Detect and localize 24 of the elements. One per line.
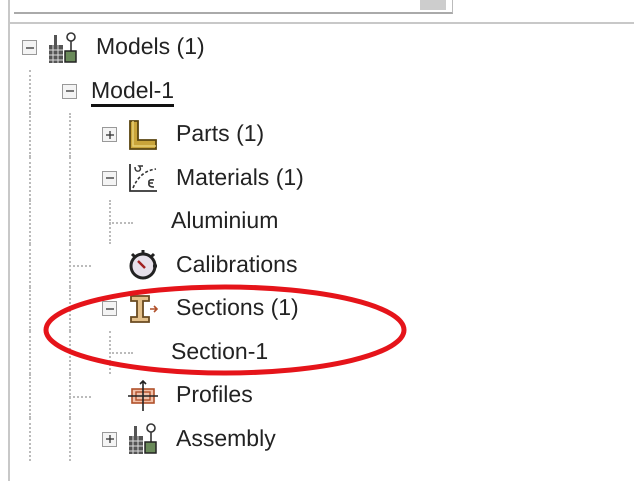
tree-item[interactable]: Sections (1) bbox=[176, 293, 299, 324]
tree-item[interactable]: Section-1 bbox=[171, 336, 268, 368]
expand-toggle[interactable] bbox=[22, 40, 37, 56]
scrollbar-thumb[interactable] bbox=[420, 0, 446, 10]
profile-icon bbox=[126, 378, 160, 413]
plus-icon bbox=[104, 130, 114, 140]
expand-toggle[interactable] bbox=[62, 84, 77, 99]
tree-item[interactable]: Profiles bbox=[176, 380, 253, 412]
structure-icon bbox=[46, 30, 80, 65]
tree-item[interactable]: Materials (1) bbox=[176, 162, 304, 194]
structure-icon bbox=[126, 422, 160, 456]
tree-item[interactable]: Calibrations bbox=[176, 250, 298, 281]
expand-toggle[interactable] bbox=[102, 127, 117, 142]
l-bracket-icon bbox=[126, 118, 160, 152]
expand-toggle[interactable] bbox=[102, 301, 117, 316]
horizontal-scrollbar[interactable] bbox=[14, 0, 453, 14]
tree-item[interactable]: Parts (1) bbox=[176, 119, 264, 150]
plus-icon bbox=[104, 434, 114, 444]
tree-item[interactable]: Models (1) bbox=[96, 32, 205, 64]
tree-item[interactable]: Assembly bbox=[176, 424, 276, 455]
tree-item[interactable]: Model-1 bbox=[91, 76, 174, 107]
tree-item[interactable]: Aluminium bbox=[171, 206, 278, 238]
expand-toggle[interactable] bbox=[102, 432, 117, 447]
expand-toggle[interactable] bbox=[102, 170, 117, 186]
